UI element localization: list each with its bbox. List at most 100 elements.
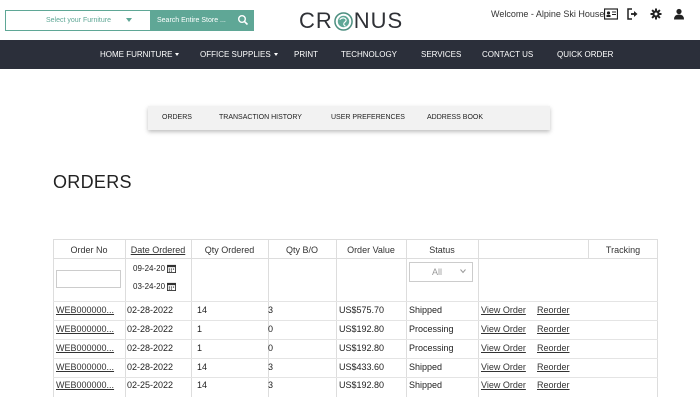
furniture-select[interactable]: Select your Furniture	[5, 10, 151, 31]
date-ordered: 02-28-2022	[127, 362, 174, 372]
order-value: US$192.80	[339, 343, 385, 353]
reorder-link[interactable]: Reorder	[537, 339, 570, 357]
grid-line	[125, 239, 126, 397]
calendar-icon[interactable]	[167, 282, 177, 291]
date-to-filter[interactable]: 03-24-20	[133, 282, 177, 291]
col-actions	[478, 240, 588, 260]
col-qty-ordered: Qty Ordered	[204, 245, 255, 255]
main-nav: HOME FURNITURE OFFICE SUPPLIES PRINT TEC…	[0, 40, 700, 69]
qty-ordered: 14	[197, 380, 208, 390]
nav-label: TECHNOLOGY	[341, 50, 398, 59]
qty-ordered: 1	[197, 343, 203, 353]
tab-address-book[interactable]: ADDRESS BOOK	[427, 106, 483, 130]
gear-icon[interactable]	[650, 8, 662, 20]
reorder-link[interactable]: Reorder	[537, 358, 570, 376]
col-date-ordered[interactable]: Date Ordered	[125, 240, 191, 260]
order-no-link[interactable]: WEB000000...	[56, 358, 114, 376]
order-value: US$575.70	[339, 305, 385, 315]
welcome-text: Welcome - Alpine Ski House	[491, 9, 605, 19]
search-icon[interactable]	[237, 14, 249, 26]
order-status: Shipped	[409, 362, 443, 372]
tab-orders[interactable]: ORDERS	[162, 106, 192, 130]
nav-technology[interactable]: TECHNOLOGY	[341, 40, 397, 69]
nav-quick-order[interactable]: QUICK ORDER	[557, 40, 613, 69]
date-to-value: 03-24-20	[133, 282, 166, 291]
order-no-link[interactable]: WEB000000...	[56, 339, 114, 357]
grid-line	[406, 239, 407, 397]
nav-label: CONTACT US	[482, 50, 534, 59]
account-tabs: ORDERS TRANSACTION HISTORY USER PREFEREN…	[148, 106, 550, 130]
status-filter-select[interactable]: All	[409, 262, 473, 282]
date-ordered: 02-25-2022	[127, 380, 174, 390]
view-order-link[interactable]: View Order	[481, 358, 526, 376]
cronus-logo[interactable]: CR NUS	[299, 8, 403, 34]
globe-icon	[333, 11, 353, 31]
grid-line	[478, 239, 479, 397]
chevron-down-icon	[460, 269, 466, 274]
nav-contact-us[interactable]: CONTACT US	[482, 40, 533, 69]
view-order-link[interactable]: View Order	[481, 301, 526, 319]
tab-user-preferences[interactable]: USER PREFERENCES	[331, 106, 405, 130]
id-card-icon[interactable]	[604, 8, 618, 20]
order-no-link[interactable]: WEB000000...	[56, 301, 114, 319]
nav-services[interactable]: SERVICES	[421, 40, 461, 69]
order-value: US$192.80	[339, 324, 385, 334]
calendar-icon[interactable]	[167, 264, 177, 273]
reorder-link[interactable]: Reorder	[537, 301, 570, 319]
order-no-filter[interactable]	[56, 270, 121, 288]
nav-label: SERVICES	[421, 50, 462, 59]
order-value: US$192.80	[339, 380, 385, 390]
col-order-value: Order Value	[347, 245, 395, 255]
order-status: Shipped	[409, 305, 443, 315]
nav-office-supplies[interactable]: OFFICE SUPPLIES	[200, 40, 278, 69]
qty-ordered: 14	[197, 305, 208, 315]
date-ordered: 02-28-2022	[127, 324, 174, 334]
logo-text-start: CR	[299, 8, 333, 33]
order-status: Shipped	[409, 380, 443, 390]
col-order-no[interactable]: Order No	[53, 240, 125, 260]
nav-print[interactable]: PRINT	[294, 40, 318, 69]
grid-line	[657, 239, 658, 397]
chevron-down-icon	[175, 53, 180, 57]
order-no-link[interactable]: WEB000000...	[56, 376, 114, 394]
order-no-link[interactable]: WEB000000...	[56, 320, 114, 338]
qty-ordered: 14	[197, 362, 208, 372]
search-placeholder: Search Entire Store ...	[157, 17, 226, 24]
tab-transaction-history[interactable]: TRANSACTION HISTORY	[219, 106, 302, 130]
col-status: Status	[429, 245, 455, 255]
date-from-filter[interactable]: 09-24-20	[133, 264, 177, 273]
grid-line	[336, 239, 337, 397]
order-value: US$433.60	[339, 362, 385, 372]
nav-home-furniture[interactable]: HOME FURNITURE	[100, 40, 180, 69]
grid-line	[191, 239, 192, 397]
nav-label: OFFICE SUPPLIES	[200, 50, 271, 59]
reorder-link[interactable]: Reorder	[537, 376, 570, 394]
sign-out-icon[interactable]	[627, 8, 639, 20]
qty-bo: 0	[268, 324, 274, 334]
view-order-link[interactable]: View Order	[481, 339, 526, 357]
qty-bo: 0	[268, 343, 274, 353]
qty-bo: 3	[268, 305, 274, 315]
table-header: Order No Date Ordered Qty Ordered Qty B/…	[53, 239, 658, 259]
chevron-down-icon	[273, 53, 278, 57]
user-icon[interactable]	[673, 8, 685, 20]
date-from-value: 09-24-20	[133, 264, 166, 273]
qty-bo: 3	[268, 380, 274, 390]
furniture-select-label: Select your Furniture	[46, 17, 111, 24]
chevron-down-icon	[126, 18, 132, 22]
order-status: Processing	[409, 324, 454, 334]
grid-line	[588, 239, 589, 259]
logo-text-end: NUS	[353, 8, 404, 33]
nav-label: QUICK ORDER	[557, 50, 614, 59]
view-order-link[interactable]: View Order	[481, 320, 526, 338]
reorder-link[interactable]: Reorder	[537, 320, 570, 338]
nav-label: PRINT	[294, 50, 318, 59]
view-order-link[interactable]: View Order	[481, 376, 526, 394]
search-input[interactable]: Search Entire Store ...	[151, 10, 254, 31]
nav-label: HOME FURNITURE	[100, 50, 173, 59]
qty-bo: 3	[268, 362, 274, 372]
date-ordered: 02-28-2022	[127, 343, 174, 353]
col-tracking: Tracking	[605, 245, 641, 255]
status-filter-value: All	[432, 267, 443, 277]
top-bar: Select your Furniture Search Entire Stor…	[0, 0, 700, 40]
